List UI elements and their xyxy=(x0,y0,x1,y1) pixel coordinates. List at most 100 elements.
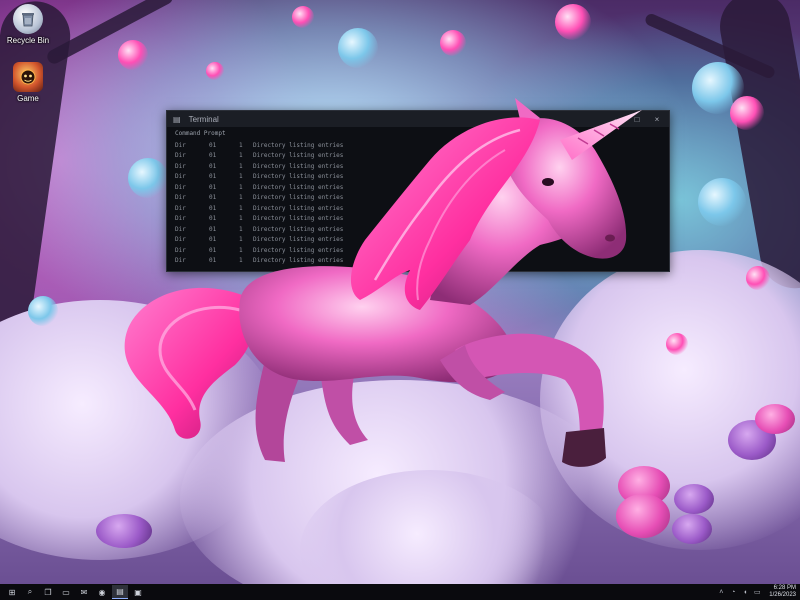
terminal-titlebar[interactable]: ▤ Terminal – □ × xyxy=(167,111,669,127)
line-col-date: 01 xyxy=(209,173,217,180)
line-col-type: Dir xyxy=(175,194,186,201)
flower xyxy=(616,494,670,538)
flower xyxy=(672,514,712,544)
line-col-name: Directory listing entries xyxy=(253,152,344,159)
flower xyxy=(674,484,714,514)
line-col-type: Dir xyxy=(175,225,186,233)
clock-date: 1/26/2023 xyxy=(769,592,796,598)
line-col-type: Dir xyxy=(175,141,186,149)
line-col-date: 01 xyxy=(209,215,217,222)
terminal-header-line: Command Prompt xyxy=(175,130,226,137)
line-col-name: Directory listing entries xyxy=(253,204,344,212)
flower xyxy=(755,404,795,434)
terminal-title: Terminal xyxy=(188,114,219,124)
terminal-line: Dir 01 1 Directory listing entries xyxy=(175,214,661,225)
bokeh-light xyxy=(555,4,591,40)
line-col-size: 1 xyxy=(239,162,243,170)
tree-trunk-right xyxy=(714,0,800,294)
line-col-size: 1 xyxy=(239,141,243,149)
terminal-line: Dir 01 1 Directory listing entries xyxy=(175,246,661,257)
terminal-icon: ▤ xyxy=(173,114,181,124)
terminal-line: Dir 01 1 Directory listing entries xyxy=(175,193,661,204)
close-icon[interactable]: × xyxy=(651,115,663,124)
taskbar: ⊞ ⌕ ❐ ▭ ✉ ◉ ▤ ▣ ˄ ◔ ◖ ▭ 6:28 PM 1/26/202… xyxy=(0,584,800,600)
volume-icon[interactable]: ◖ xyxy=(739,589,751,596)
line-col-name: Directory listing entries xyxy=(253,162,344,170)
maximize-icon[interactable]: □ xyxy=(631,115,643,124)
line-col-date: 01 xyxy=(209,236,217,243)
battery-icon[interactable]: ▭ xyxy=(751,588,763,596)
terminal-line: Dir 01 1 Directory listing entries xyxy=(175,256,661,267)
terminal-icon[interactable]: ▤ xyxy=(112,585,128,599)
desktop-icon-game[interactable]: Game xyxy=(4,62,52,103)
terminal-line: Dir 01 1 Directory listing entries xyxy=(175,151,661,162)
desktop-icon-recycle-bin[interactable]: Recycle Bin xyxy=(4,4,52,45)
line-col-type: Dir xyxy=(175,204,186,212)
terminal-line: Dir 01 1 Directory listing entries xyxy=(175,141,661,152)
recycle-bin-icon xyxy=(13,4,43,34)
line-col-type: Dir xyxy=(175,173,186,180)
line-col-date: 01 xyxy=(209,183,217,191)
line-col-size: 1 xyxy=(239,257,243,264)
minimize-icon[interactable]: – xyxy=(611,115,623,124)
desktop-icon-label: Recycle Bin xyxy=(6,36,50,45)
line-col-size: 1 xyxy=(239,246,243,254)
bokeh-light xyxy=(206,62,224,80)
flower xyxy=(96,514,152,548)
line-col-size: 1 xyxy=(239,194,243,201)
line-col-type: Dir xyxy=(175,236,186,243)
line-col-date: 01 xyxy=(209,141,217,149)
line-col-name: Directory listing entries xyxy=(253,183,344,191)
line-col-type: Dir xyxy=(175,215,186,222)
browser-icon[interactable]: ◉ xyxy=(94,585,110,599)
bokeh-light xyxy=(440,30,466,56)
bokeh-light xyxy=(692,62,744,114)
store-icon[interactable]: ▣ xyxy=(130,585,146,599)
network-icon[interactable]: ◔ xyxy=(727,589,739,596)
system-clock[interactable]: 6:28 PM 1/26/2023 xyxy=(769,585,796,599)
desktop-icon-label: Game xyxy=(17,94,39,103)
line-col-name: Directory listing entries xyxy=(253,246,344,254)
terminal-window[interactable]: ▤ Terminal – □ × Command Prompt Dir 01 1… xyxy=(166,110,670,272)
start-icon[interactable]: ⊞ xyxy=(4,585,20,599)
line-col-size: 1 xyxy=(239,173,243,180)
line-col-type: Dir xyxy=(175,257,186,264)
line-col-name: Directory listing entries xyxy=(253,173,344,180)
bokeh-light xyxy=(28,296,58,326)
line-col-date: 01 xyxy=(209,194,217,201)
line-col-type: Dir xyxy=(175,183,186,191)
task-view-icon[interactable]: ❐ xyxy=(40,585,56,599)
chevron-up-icon[interactable]: ˄ xyxy=(715,589,727,596)
line-col-name: Directory listing entries xyxy=(253,257,344,264)
mail-icon[interactable]: ✉ xyxy=(76,585,92,599)
bokeh-light xyxy=(292,6,314,28)
line-col-name: Directory listing entries xyxy=(253,215,344,222)
line-col-type: Dir xyxy=(175,246,186,254)
folder-icon[interactable]: ▭ xyxy=(58,585,74,599)
line-col-date: 01 xyxy=(209,257,217,264)
line-col-size: 1 xyxy=(239,225,243,233)
terminal-line: Dir 01 1 Directory listing entries xyxy=(175,162,661,173)
bokeh-light xyxy=(698,178,746,226)
line-col-type: Dir xyxy=(175,152,186,159)
line-col-size: 1 xyxy=(239,183,243,191)
line-col-name: Directory listing entries xyxy=(253,141,344,149)
bokeh-light xyxy=(666,333,688,355)
desktop-wallpaper xyxy=(0,0,800,584)
terminal-line: Dir 01 1 Directory listing entries xyxy=(175,172,661,183)
line-col-size: 1 xyxy=(239,204,243,212)
line-col-size: 1 xyxy=(239,152,243,159)
game-icon xyxy=(13,62,43,92)
line-col-date: 01 xyxy=(209,204,217,212)
search-icon[interactable]: ⌕ xyxy=(22,585,38,599)
terminal-output[interactable]: Command Prompt Dir 01 1 Directory listin… xyxy=(167,127,669,269)
bokeh-light xyxy=(746,266,770,290)
line-col-date: 01 xyxy=(209,152,217,159)
terminal-line: Dir 01 1 Directory listing entries xyxy=(175,235,661,246)
line-col-size: 1 xyxy=(239,236,243,243)
line-col-type: Dir xyxy=(175,162,186,170)
line-col-name: Directory listing entries xyxy=(253,194,344,201)
bokeh-light xyxy=(118,40,148,70)
bokeh-light xyxy=(338,28,378,68)
line-col-name: Directory listing entries xyxy=(253,236,344,243)
